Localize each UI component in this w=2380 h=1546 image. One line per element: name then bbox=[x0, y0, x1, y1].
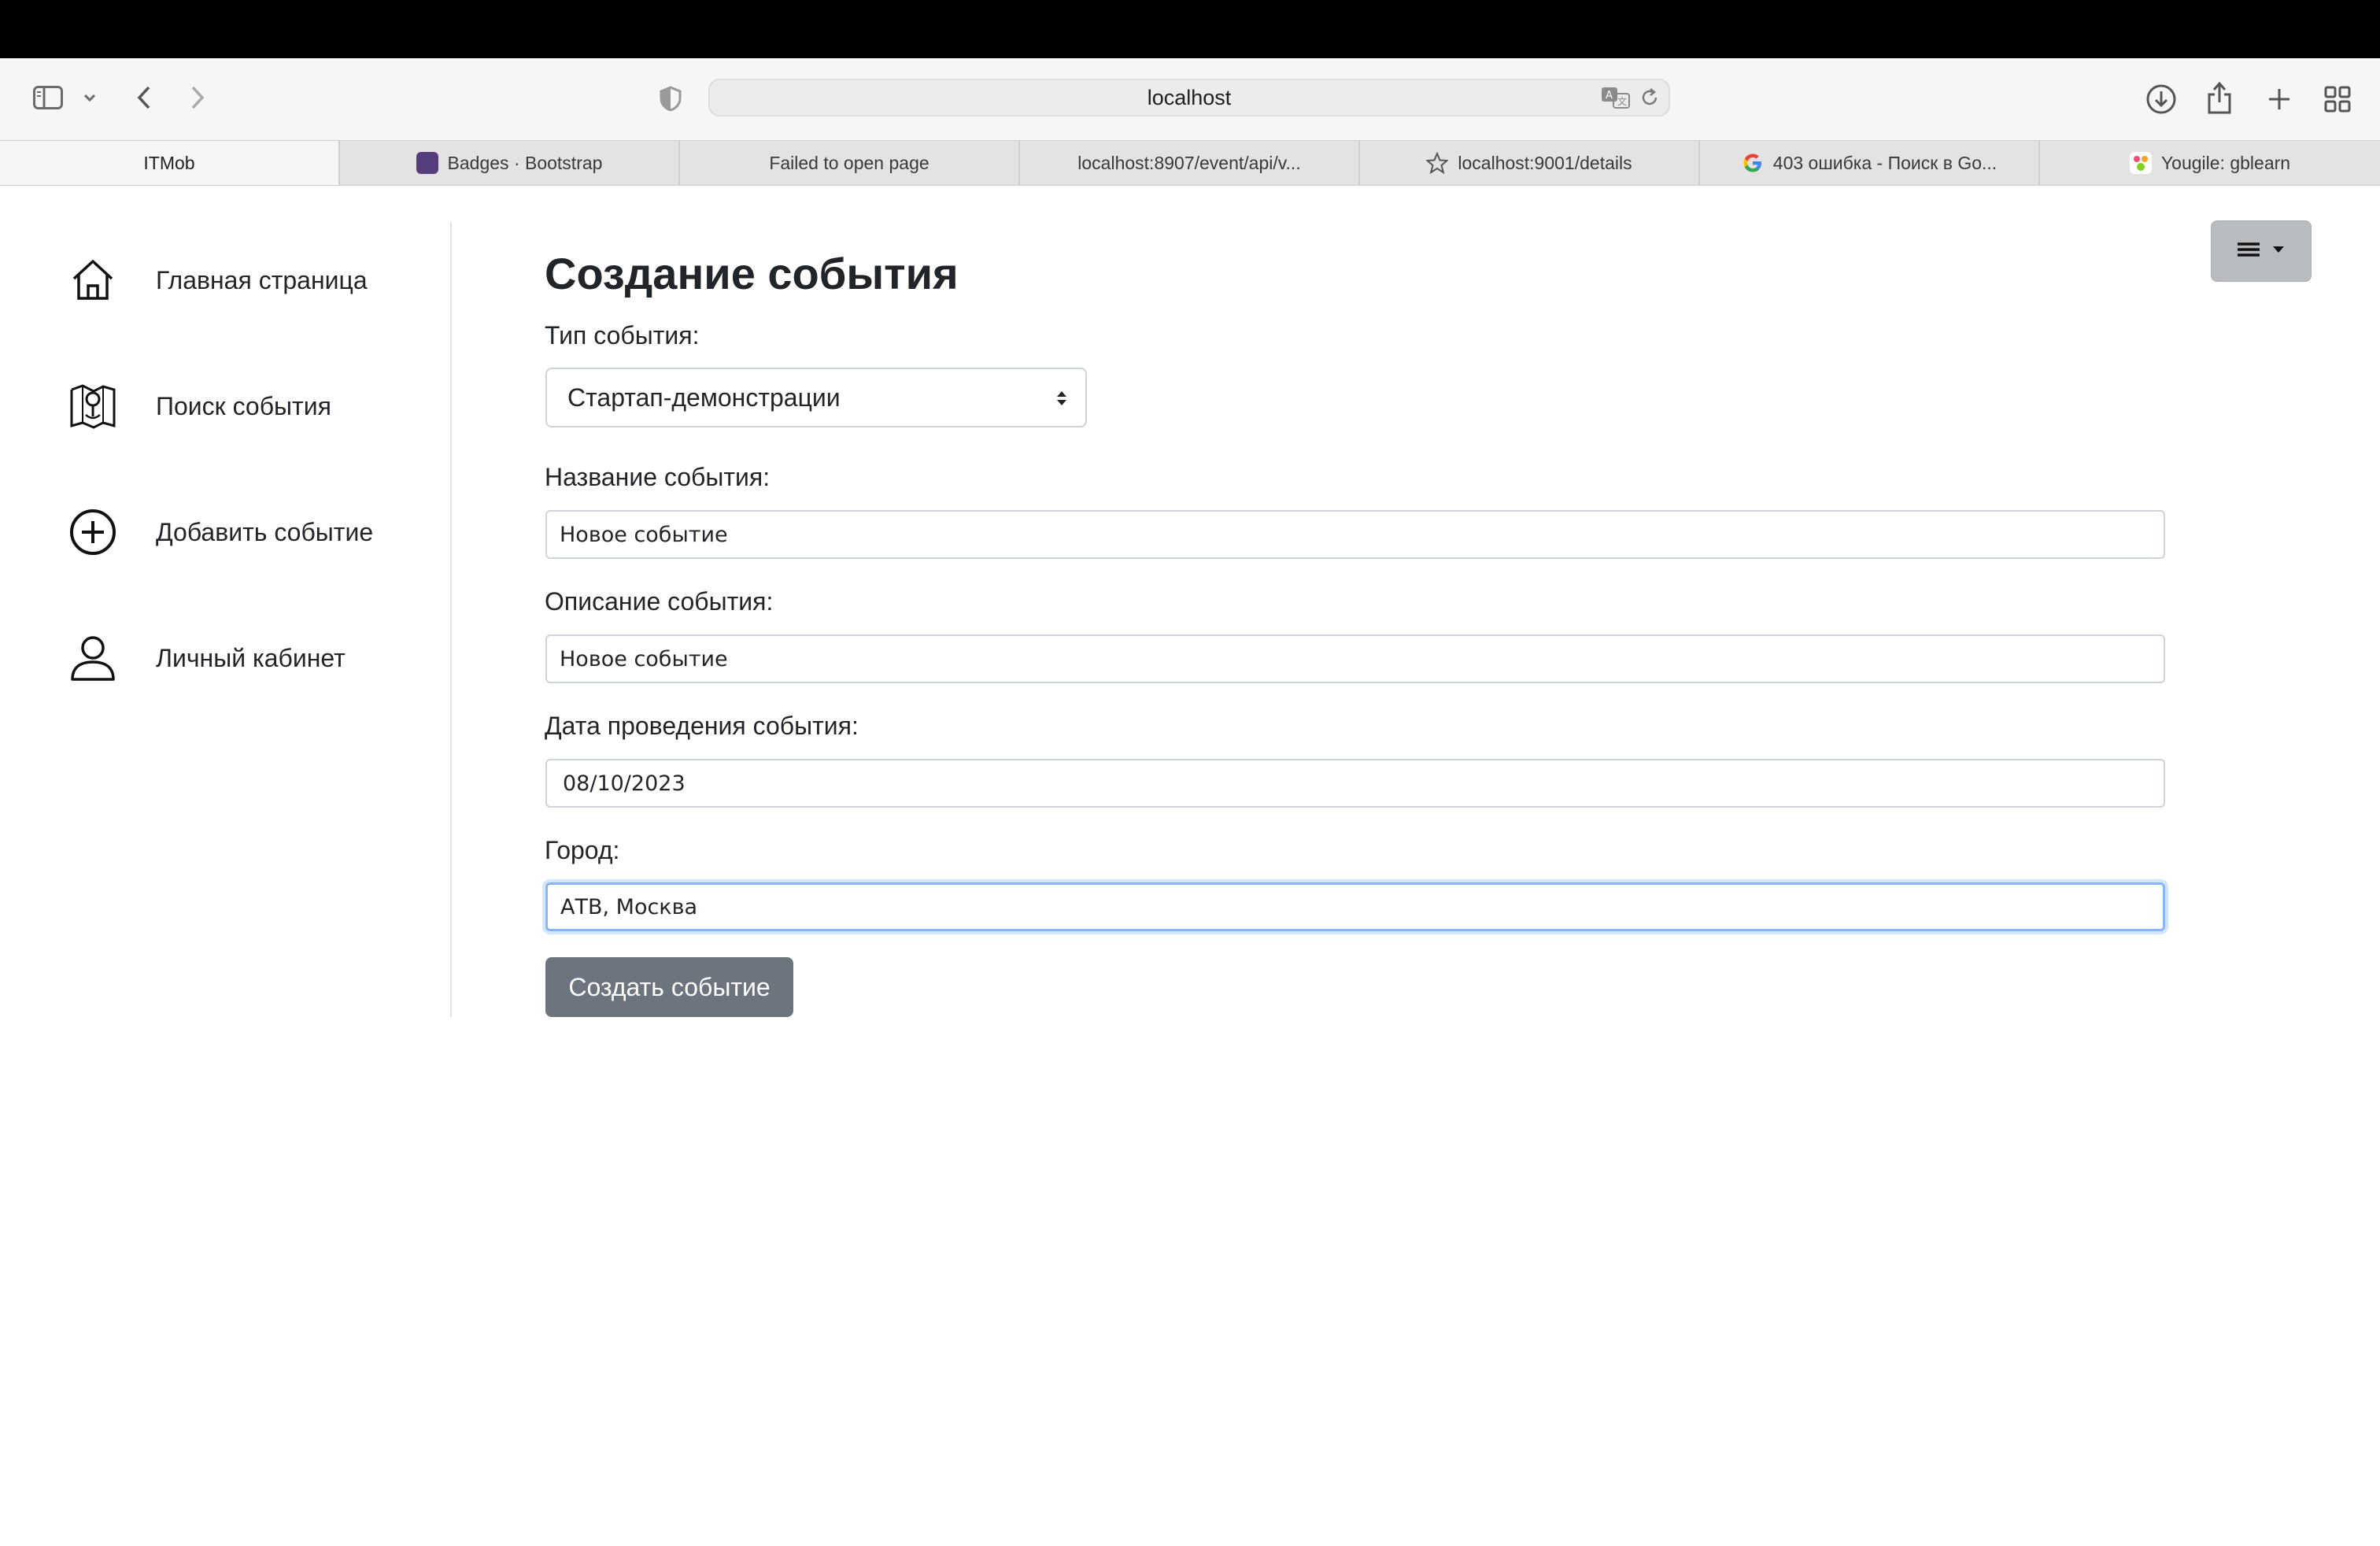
event-type-label: Тип события: bbox=[545, 321, 700, 350]
hamburger-icon bbox=[2237, 240, 2260, 263]
svg-text:A: A bbox=[1606, 90, 1613, 102]
translate-icon[interactable]: A文 bbox=[1601, 85, 1631, 114]
tab-label: Yougile: gblearn bbox=[2160, 152, 2291, 173]
tab-localhost-8907[interactable]: localhost:8907/event/api/v... bbox=[1020, 141, 1360, 185]
reload-icon[interactable] bbox=[1639, 87, 1661, 113]
tab-label: 403 ошибка - Поиск в Go... bbox=[1772, 152, 1998, 173]
user-icon bbox=[68, 633, 118, 683]
page-title: Создание события bbox=[545, 249, 959, 298]
tab-label: ITMob bbox=[143, 152, 195, 173]
plus-circle-icon bbox=[68, 507, 118, 557]
event-type-selected-value: Стартап-демонстрации bbox=[567, 383, 841, 412]
event-date-label: Дата проведения события: bbox=[545, 712, 859, 740]
share-icon[interactable] bbox=[2204, 79, 2235, 117]
tab-label: localhost:9001/details bbox=[1458, 152, 1632, 173]
address-bar-url: localhost bbox=[1147, 85, 1232, 109]
event-city-label: Город: bbox=[545, 836, 620, 864]
event-description-input[interactable] bbox=[545, 634, 2165, 683]
sidebar-item-home[interactable]: Главная страница bbox=[68, 255, 368, 305]
event-type-select[interactable]: Стартап-демонстрации bbox=[545, 368, 1087, 427]
sidebar-nav: Главная страница Поиск события Добавить … bbox=[0, 222, 452, 1017]
chevron-down-icon[interactable] bbox=[80, 90, 99, 105]
forward-arrow-icon[interactable] bbox=[186, 82, 209, 113]
tab-google-search[interactable]: 403 ошибка - Поиск в Go... bbox=[1700, 141, 2040, 185]
sidebar-item-add-event[interactable]: Добавить событие bbox=[68, 507, 373, 557]
menu-dropdown-button[interactable] bbox=[2211, 220, 2312, 282]
tab-badges-bootstrap[interactable]: Badges · Bootstrap bbox=[340, 141, 680, 185]
tab-overview-icon[interactable] bbox=[2322, 83, 2353, 115]
event-name-input[interactable] bbox=[545, 510, 2165, 559]
tab-label: localhost:8907/event/api/v... bbox=[1077, 152, 1301, 173]
sidebar-toggle-icon[interactable] bbox=[31, 83, 65, 112]
sidebar-item-label: Поиск события bbox=[156, 391, 331, 420]
yougile-icon bbox=[2129, 152, 2152, 174]
privacy-shield-icon[interactable] bbox=[658, 85, 683, 112]
sidebar-item-label: Личный кабинет bbox=[156, 643, 346, 672]
tab-itmob[interactable]: ITMob bbox=[0, 141, 340, 185]
event-date-input[interactable] bbox=[545, 759, 2165, 808]
google-icon bbox=[1742, 152, 1764, 174]
screen-top-bar bbox=[0, 0, 2380, 58]
caret-down-icon bbox=[2271, 244, 2286, 258]
tab-yougile[interactable]: Yougile: gblearn bbox=[2040, 141, 2380, 185]
new-tab-plus-icon[interactable] bbox=[2264, 83, 2295, 115]
tab-label: Failed to open page bbox=[769, 152, 929, 173]
event-city-input[interactable] bbox=[545, 882, 2165, 931]
select-arrows-icon bbox=[1055, 386, 1068, 416]
svg-text:文: 文 bbox=[1617, 95, 1627, 107]
sidebar-item-label: Главная страница bbox=[156, 265, 368, 294]
bootstrap-icon bbox=[416, 152, 438, 174]
sidebar-item-profile[interactable]: Личный кабинет bbox=[68, 633, 346, 683]
address-bar[interactable]: localhost A文 bbox=[708, 79, 1670, 117]
home-icon bbox=[68, 255, 118, 305]
create-event-button[interactable]: Создать событие bbox=[545, 957, 793, 1017]
tab-label: Badges · Bootstrap bbox=[447, 152, 603, 173]
map-search-icon bbox=[68, 381, 118, 431]
sidebar-item-label: Добавить событие bbox=[156, 517, 374, 546]
download-icon[interactable] bbox=[2144, 82, 2179, 117]
tab-failed-to-open[interactable]: Failed to open page bbox=[680, 141, 1020, 185]
event-description-label: Описание события: bbox=[545, 587, 774, 616]
back-arrow-icon[interactable] bbox=[132, 82, 156, 113]
tab-strip: ITMob Badges · Bootstrap Failed to open … bbox=[0, 140, 2380, 186]
event-name-label: Название события: bbox=[545, 463, 771, 491]
tab-localhost-9001[interactable]: localhost:9001/details bbox=[1360, 141, 1700, 185]
star-icon bbox=[1425, 151, 1450, 175]
sidebar-item-search-event[interactable]: Поиск события bbox=[68, 381, 331, 431]
